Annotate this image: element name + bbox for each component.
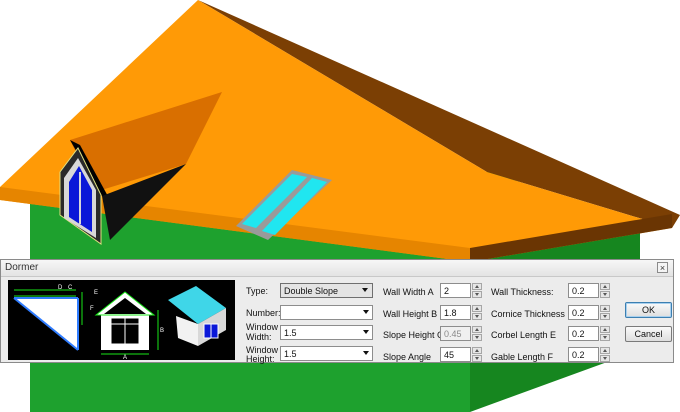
- spin-up-button[interactable]: [600, 283, 610, 290]
- dormer-preview-image: D C E B A F: [8, 280, 235, 361]
- chevron-down-icon: [363, 330, 369, 334]
- slope-angle-label: Slope Angle: [383, 352, 432, 362]
- chevron-down-icon: [363, 310, 369, 314]
- spin-down-button[interactable]: [472, 355, 482, 362]
- slope-angle-spinner[interactable]: 45: [440, 347, 484, 362]
- wall-height-b-value: 1.8: [444, 308, 457, 318]
- cornice-thickness-d-input[interactable]: 0.2: [568, 305, 599, 320]
- gable-length-f-spinner[interactable]: 0.2: [568, 347, 612, 362]
- spin-up-button[interactable]: [472, 347, 482, 354]
- spin-up-button[interactable]: [600, 347, 610, 354]
- spin-up-button[interactable]: [600, 305, 610, 312]
- spin-up-button[interactable]: [472, 305, 482, 312]
- wall-height-b-spinner[interactable]: 1.8: [440, 305, 484, 320]
- window-height-select[interactable]: 1.5: [280, 346, 373, 361]
- dim-c-label: C: [68, 285, 73, 291]
- corbel-length-e-label: Corbel Length E: [491, 330, 557, 340]
- wall-thickness-input[interactable]: 0.2: [568, 283, 599, 298]
- spin-down-button[interactable]: [472, 313, 482, 320]
- slope-height-c-label: Slope Height C: [383, 330, 444, 340]
- dim-d-label: D: [58, 285, 63, 291]
- window-height-label-line2: Height:: [246, 354, 275, 364]
- ok-button[interactable]: OK: [625, 302, 672, 318]
- slope-height-c-value: 0.45: [444, 329, 462, 339]
- spin-up-button[interactable]: [600, 326, 610, 333]
- window-height-value: 1.5: [284, 349, 297, 359]
- slope-height-c-spinner: 0.45: [440, 326, 484, 341]
- wall-width-a-input[interactable]: 2: [440, 283, 471, 298]
- cornice-thickness-d-spinner[interactable]: 0.2: [568, 305, 612, 320]
- spin-up-button[interactable]: [472, 283, 482, 290]
- cornice-thickness-d-value: 0.2: [572, 308, 585, 318]
- window-width-label-line2: Width:: [246, 332, 272, 342]
- spin-down-button[interactable]: [600, 291, 610, 298]
- wall-height-b-input[interactable]: 1.8: [440, 305, 471, 320]
- window-width-label-line1: Window: [246, 322, 279, 332]
- wall-width-a-label: Wall Width A: [383, 287, 434, 297]
- slope-angle-value: 45: [444, 350, 455, 360]
- spin-down-button[interactable]: [600, 355, 610, 362]
- window-width-select[interactable]: 1.5: [280, 325, 373, 340]
- dim-a-label: A: [123, 355, 127, 360]
- number-select[interactable]: [280, 305, 373, 320]
- wall-thickness-value: 0.2: [572, 286, 585, 296]
- slope-height-c-input: 0.45: [440, 326, 471, 341]
- gable-length-f-input[interactable]: 0.2: [568, 347, 599, 362]
- dialog-titlebar[interactable]: Dormer ×: [1, 260, 673, 277]
- dim-e-label: E: [94, 290, 98, 296]
- close-button[interactable]: ×: [657, 262, 668, 273]
- corbel-length-e-spinner[interactable]: 0.2: [568, 326, 612, 341]
- type-label: Type:: [246, 286, 269, 296]
- cornice-thickness-d-label: Cornice Thickness D: [491, 309, 574, 319]
- spin-down-button[interactable]: [472, 291, 482, 298]
- number-label: Number:: [246, 308, 281, 318]
- wall-width-a-spinner[interactable]: 2: [440, 283, 484, 298]
- gable-length-f-value: 0.2: [572, 350, 585, 360]
- window-width-value: 1.5: [284, 328, 297, 338]
- dim-b-label: B: [160, 328, 164, 334]
- corbel-length-e-value: 0.2: [572, 329, 585, 339]
- wall-width-a-value: 2: [444, 286, 450, 296]
- chevron-down-icon: [362, 288, 368, 292]
- wall-height-b-label: Wall Height B: [383, 309, 438, 319]
- type-select[interactable]: Double Slope: [280, 283, 373, 298]
- wall-thickness-label: Wall Thickness:: [491, 287, 554, 297]
- spin-down-button[interactable]: [600, 334, 610, 341]
- dialog-title: Dormer: [5, 262, 39, 273]
- slope-angle-input[interactable]: 45: [440, 347, 471, 362]
- gable-length-f-label: Gable Length F: [491, 352, 554, 362]
- wall-thickness-spinner[interactable]: 0.2: [568, 283, 612, 298]
- dormer-dialog: Dormer × D C E B A F Type: Double Slope …: [0, 259, 674, 364]
- corbel-length-e-input[interactable]: 0.2: [568, 326, 599, 341]
- cancel-button[interactable]: Cancel: [625, 326, 672, 342]
- spin-down-button[interactable]: [600, 313, 610, 320]
- dim-f-label: F: [90, 306, 94, 312]
- type-value: Double Slope: [284, 286, 339, 296]
- chevron-down-icon: [363, 351, 369, 355]
- spin-up-button: [472, 326, 482, 333]
- spin-down-button: [472, 334, 482, 341]
